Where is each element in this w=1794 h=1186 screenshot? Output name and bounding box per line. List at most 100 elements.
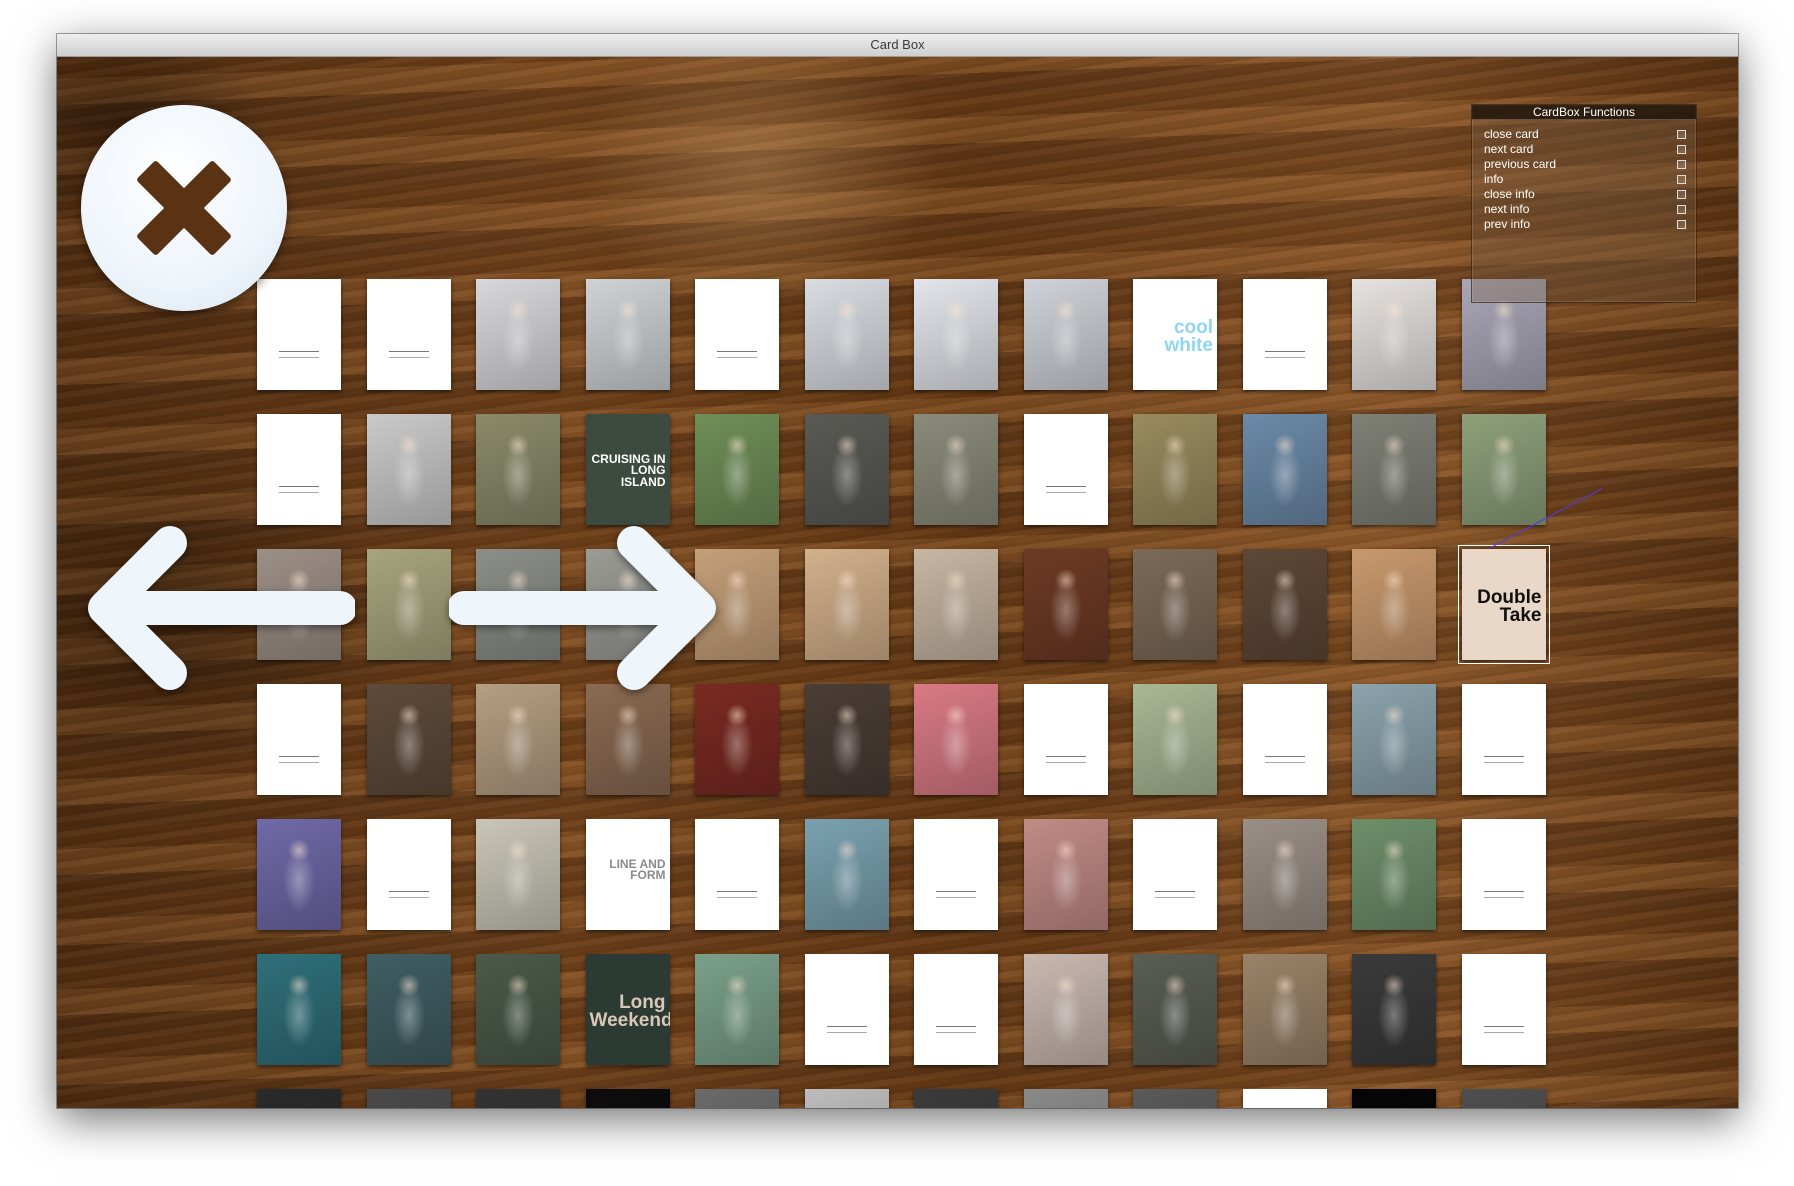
card[interactable] (1352, 1089, 1436, 1108)
card[interactable] (1461, 819, 1546, 930)
card[interactable]: CRUISING IN LONG ISLAND (585, 414, 670, 525)
function-info[interactable]: info (1484, 172, 1696, 187)
card[interactable] (257, 1089, 341, 1108)
card[interactable] (1461, 414, 1546, 525)
card[interactable] (1461, 1089, 1546, 1108)
card[interactable] (804, 684, 889, 795)
card[interactable] (476, 954, 560, 1065)
card[interactable] (914, 414, 998, 525)
card[interactable] (585, 279, 670, 390)
function-prev-info[interactable]: prev info (1484, 217, 1696, 232)
card[interactable] (1461, 954, 1546, 1065)
card[interactable] (1133, 414, 1217, 525)
card[interactable]: LINE AND FORM (585, 819, 670, 930)
card[interactable] (257, 954, 341, 1065)
card[interactable] (1242, 684, 1327, 795)
card-photo (1352, 279, 1436, 390)
card[interactable] (1023, 414, 1108, 525)
card-photo (1133, 1089, 1217, 1108)
card[interactable] (914, 684, 998, 795)
card[interactable] (476, 279, 560, 390)
card[interactable] (366, 684, 451, 795)
card[interactable] (1023, 819, 1108, 930)
card[interactable] (1023, 684, 1108, 795)
card[interactable] (914, 819, 998, 930)
card[interactable] (1133, 684, 1217, 795)
card[interactable] (914, 279, 998, 390)
card[interactable] (695, 954, 779, 1065)
function-checkbox[interactable] (1677, 220, 1686, 229)
function-previous-card[interactable]: previous card (1484, 157, 1696, 172)
card[interactable] (914, 549, 998, 660)
card[interactable] (1023, 1089, 1108, 1108)
card[interactable]: cool white (1133, 279, 1217, 390)
function-checkbox[interactable] (1677, 160, 1686, 169)
card[interactable] (1242, 414, 1327, 525)
card[interactable] (1133, 954, 1217, 1065)
card[interactable] (804, 414, 889, 525)
card[interactable] (476, 819, 560, 930)
function-checkbox[interactable] (1677, 175, 1686, 184)
card-photo (1352, 549, 1436, 660)
card[interactable] (1133, 819, 1217, 930)
card[interactable] (1352, 954, 1436, 1065)
function-checkbox[interactable] (1677, 130, 1686, 139)
card[interactable] (914, 1089, 998, 1108)
card-photo (1461, 1089, 1546, 1108)
card[interactable] (1023, 549, 1108, 660)
card[interactable] (366, 819, 451, 930)
card[interactable] (1352, 684, 1436, 795)
card[interactable] (804, 819, 889, 930)
card[interactable] (695, 684, 779, 795)
card[interactable]: Long Weekend (585, 954, 670, 1065)
card[interactable] (914, 954, 998, 1065)
card[interactable] (585, 684, 670, 795)
card[interactable] (695, 414, 779, 525)
card[interactable] (1242, 279, 1327, 390)
card[interactable] (1461, 684, 1546, 795)
card[interactable] (257, 819, 341, 930)
function-next-info[interactable]: next info (1484, 202, 1696, 217)
close-card-button[interactable] (81, 105, 287, 311)
card[interactable] (257, 684, 341, 795)
card[interactable] (257, 414, 341, 525)
card[interactable] (366, 954, 451, 1065)
card[interactable] (476, 414, 560, 525)
arrow-right-icon[interactable] (449, 523, 729, 693)
card[interactable] (366, 1089, 451, 1108)
card[interactable] (1352, 414, 1436, 525)
card[interactable] (1133, 549, 1217, 660)
card[interactable] (1023, 954, 1108, 1065)
card[interactable] (695, 819, 779, 930)
arrow-left-icon[interactable] (75, 523, 355, 693)
card[interactable] (1242, 954, 1327, 1065)
card[interactable] (1133, 1089, 1217, 1108)
card[interactable] (804, 1089, 889, 1108)
card[interactable] (476, 1089, 560, 1108)
card[interactable] (366, 414, 451, 525)
card[interactable] (804, 549, 889, 660)
card-photo (585, 684, 670, 795)
function-checkbox[interactable] (1677, 205, 1686, 214)
card[interactable] (1242, 549, 1327, 660)
card[interactable] (585, 1089, 670, 1108)
card[interactable]: Double Take (1457, 545, 1550, 664)
card[interactable] (1352, 279, 1436, 390)
card[interactable] (1352, 549, 1436, 660)
function-close-card[interactable]: close card (1484, 127, 1696, 142)
card[interactable] (1242, 1089, 1327, 1108)
card[interactable] (1242, 819, 1327, 930)
card[interactable] (804, 279, 889, 390)
card[interactable] (476, 684, 560, 795)
card[interactable] (1023, 279, 1108, 390)
card[interactable] (804, 954, 889, 1065)
card[interactable] (695, 1089, 779, 1108)
card[interactable] (1352, 819, 1436, 930)
function-close-info[interactable]: close info (1484, 187, 1696, 202)
function-checkbox[interactable] (1677, 145, 1686, 154)
card[interactable] (695, 279, 779, 390)
function-next-card[interactable]: next card (1484, 142, 1696, 157)
function-checkbox[interactable] (1677, 190, 1686, 199)
card[interactable] (366, 279, 451, 390)
card[interactable] (366, 549, 451, 660)
